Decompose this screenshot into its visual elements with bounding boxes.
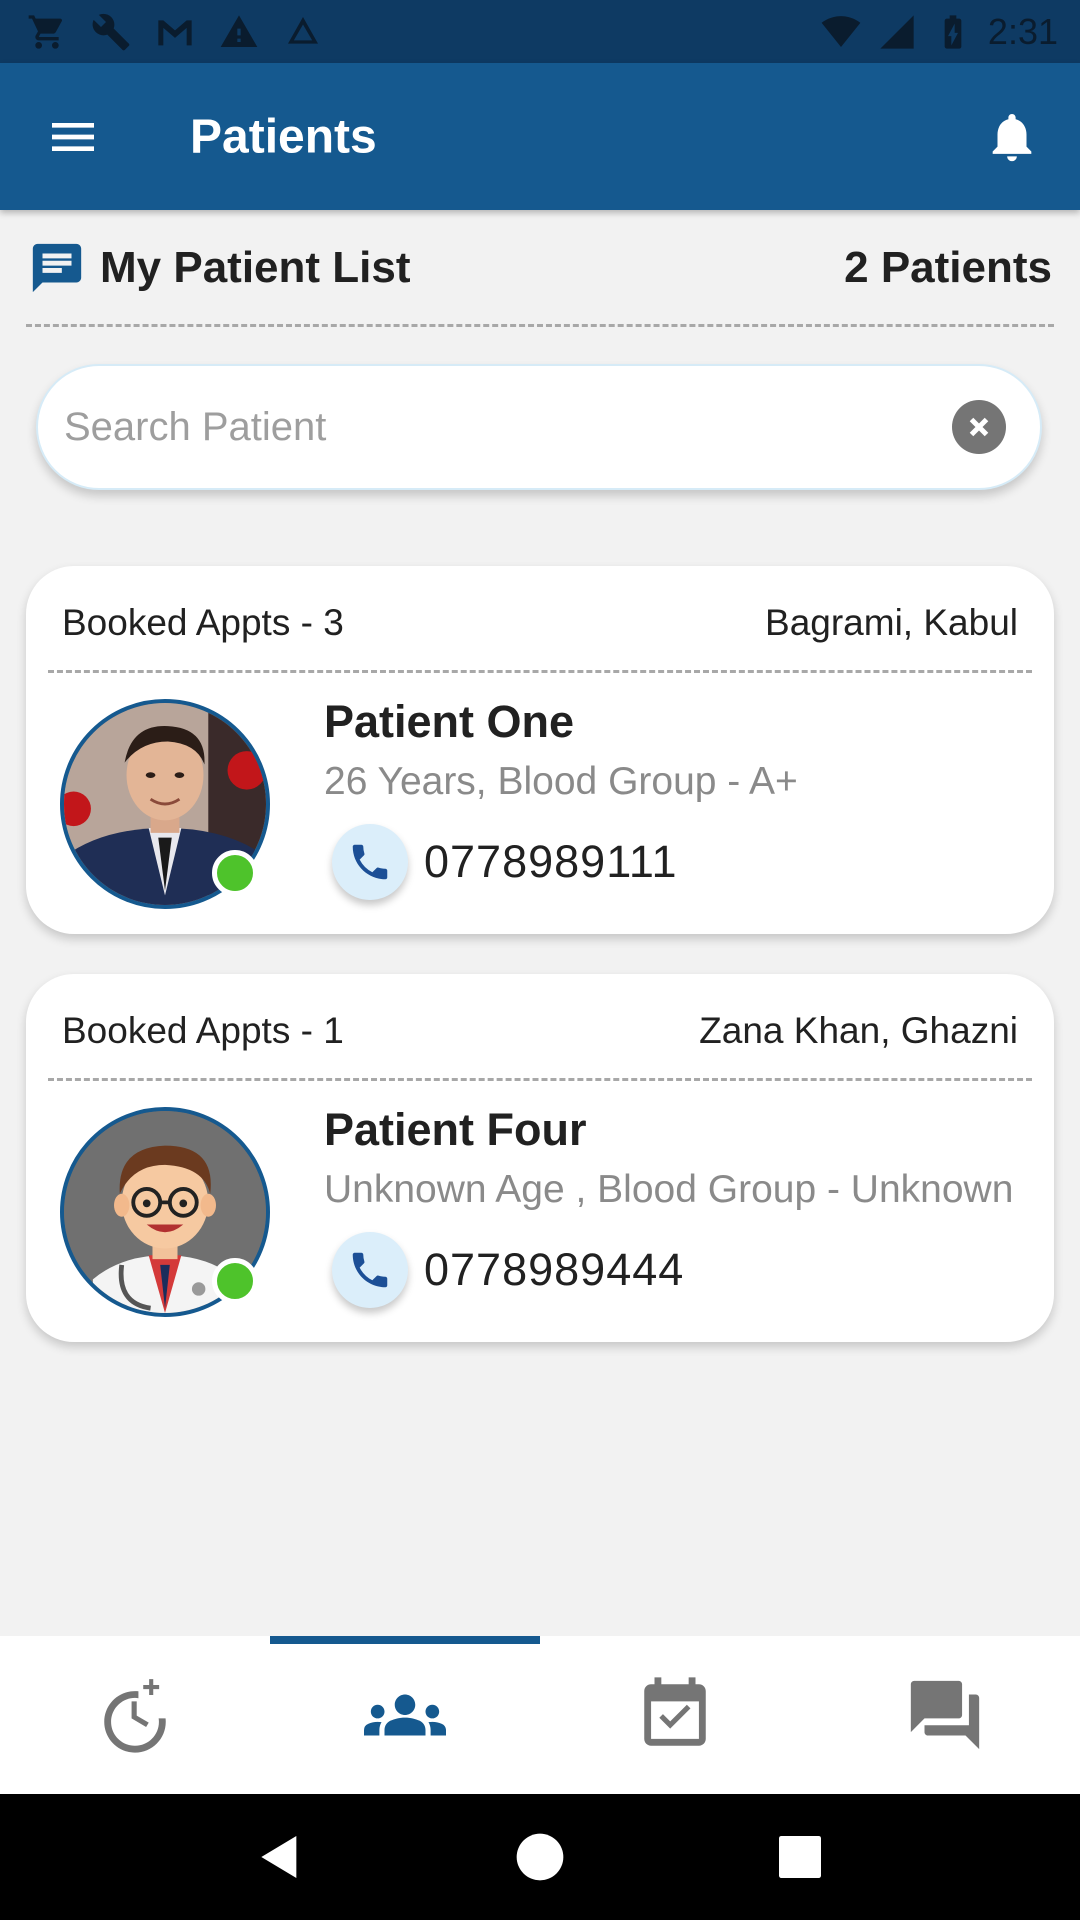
bell-icon [992, 113, 1032, 161]
phone-icon [352, 1252, 388, 1288]
nav-patients[interactable] [270, 1636, 540, 1794]
home-button[interactable] [505, 1822, 575, 1892]
patient-location: Bagrami, Kabul [765, 602, 1018, 643]
wrench-icon [90, 11, 132, 53]
call-button[interactable] [332, 1232, 408, 1308]
add-alarm-icon [104, 1679, 166, 1753]
patient-phone: 0778989111 [424, 836, 678, 887]
cart-icon [26, 11, 68, 53]
online-status-indicator [212, 850, 258, 896]
online-status-indicator [212, 1258, 258, 1304]
page-title: Patients [190, 110, 377, 163]
app-bar: Patients [0, 63, 1080, 210]
patient-details: Unknown Age , Blood Group - Unknown [324, 1168, 1014, 1211]
status-bar: 2:31 [0, 0, 1080, 63]
booked-appointments: Booked Appts - 3 [62, 602, 344, 643]
nav-messages[interactable] [810, 1636, 1080, 1794]
calendar-check-icon [644, 1677, 706, 1746]
group-icon [364, 1694, 446, 1736]
nav-add-alarm[interactable] [0, 1636, 270, 1794]
list-title: My Patient List [100, 243, 411, 292]
nav-appointments[interactable] [540, 1636, 810, 1794]
patient-location: Zana Khan, Ghazni [699, 1010, 1018, 1051]
drive-icon [282, 11, 324, 53]
wifi-icon [820, 11, 862, 53]
patient-card[interactable]: Booked Appts - 3 Bagrami, Kabul Patient … [26, 566, 1054, 934]
back-button[interactable] [245, 1822, 315, 1892]
patient-details: 26 Years, Blood Group - A+ [324, 760, 798, 803]
divider [48, 1078, 1032, 1081]
message-icon [32, 243, 82, 293]
recents-icon [779, 1836, 821, 1878]
close-icon [969, 417, 989, 437]
divider [26, 324, 1054, 327]
status-left-icons [26, 11, 324, 53]
system-navigation-bar [0, 1794, 1080, 1920]
search-bar [36, 364, 1042, 490]
signal-icon [876, 11, 918, 53]
gmail-icon [154, 11, 196, 53]
clear-search-button[interactable] [952, 400, 1006, 454]
patient-card[interactable]: Booked Appts - 1 Zana Khan, Ghazni Patie… [26, 974, 1054, 1342]
patient-phone: 0778989444 [424, 1244, 685, 1295]
divider [48, 670, 1032, 673]
call-button[interactable] [332, 824, 408, 900]
menu-icon [52, 122, 94, 151]
patient-list-header: My Patient List 2 Patients [28, 236, 1052, 300]
search-input[interactable] [64, 404, 952, 450]
warning-icon [218, 11, 260, 53]
battery-icon [932, 11, 974, 53]
recents-button[interactable] [765, 1822, 835, 1892]
menu-button[interactable] [42, 106, 104, 168]
patient-name: Patient One [324, 696, 575, 747]
forum-icon [910, 1680, 980, 1750]
status-right-icons: 2:31 [820, 11, 1058, 53]
home-icon [516, 1833, 564, 1881]
notification-button[interactable] [980, 105, 1044, 169]
phone-icon [352, 844, 388, 880]
bottom-navigation [0, 1636, 1080, 1794]
clock: 2:31 [987, 10, 1058, 52]
patient-count: 2 Patients [844, 243, 1052, 292]
booked-appointments: Booked Appts - 1 [62, 1010, 344, 1051]
back-icon [261, 1836, 297, 1878]
active-tab-indicator [270, 1636, 540, 1644]
patient-name: Patient Four [324, 1104, 587, 1155]
